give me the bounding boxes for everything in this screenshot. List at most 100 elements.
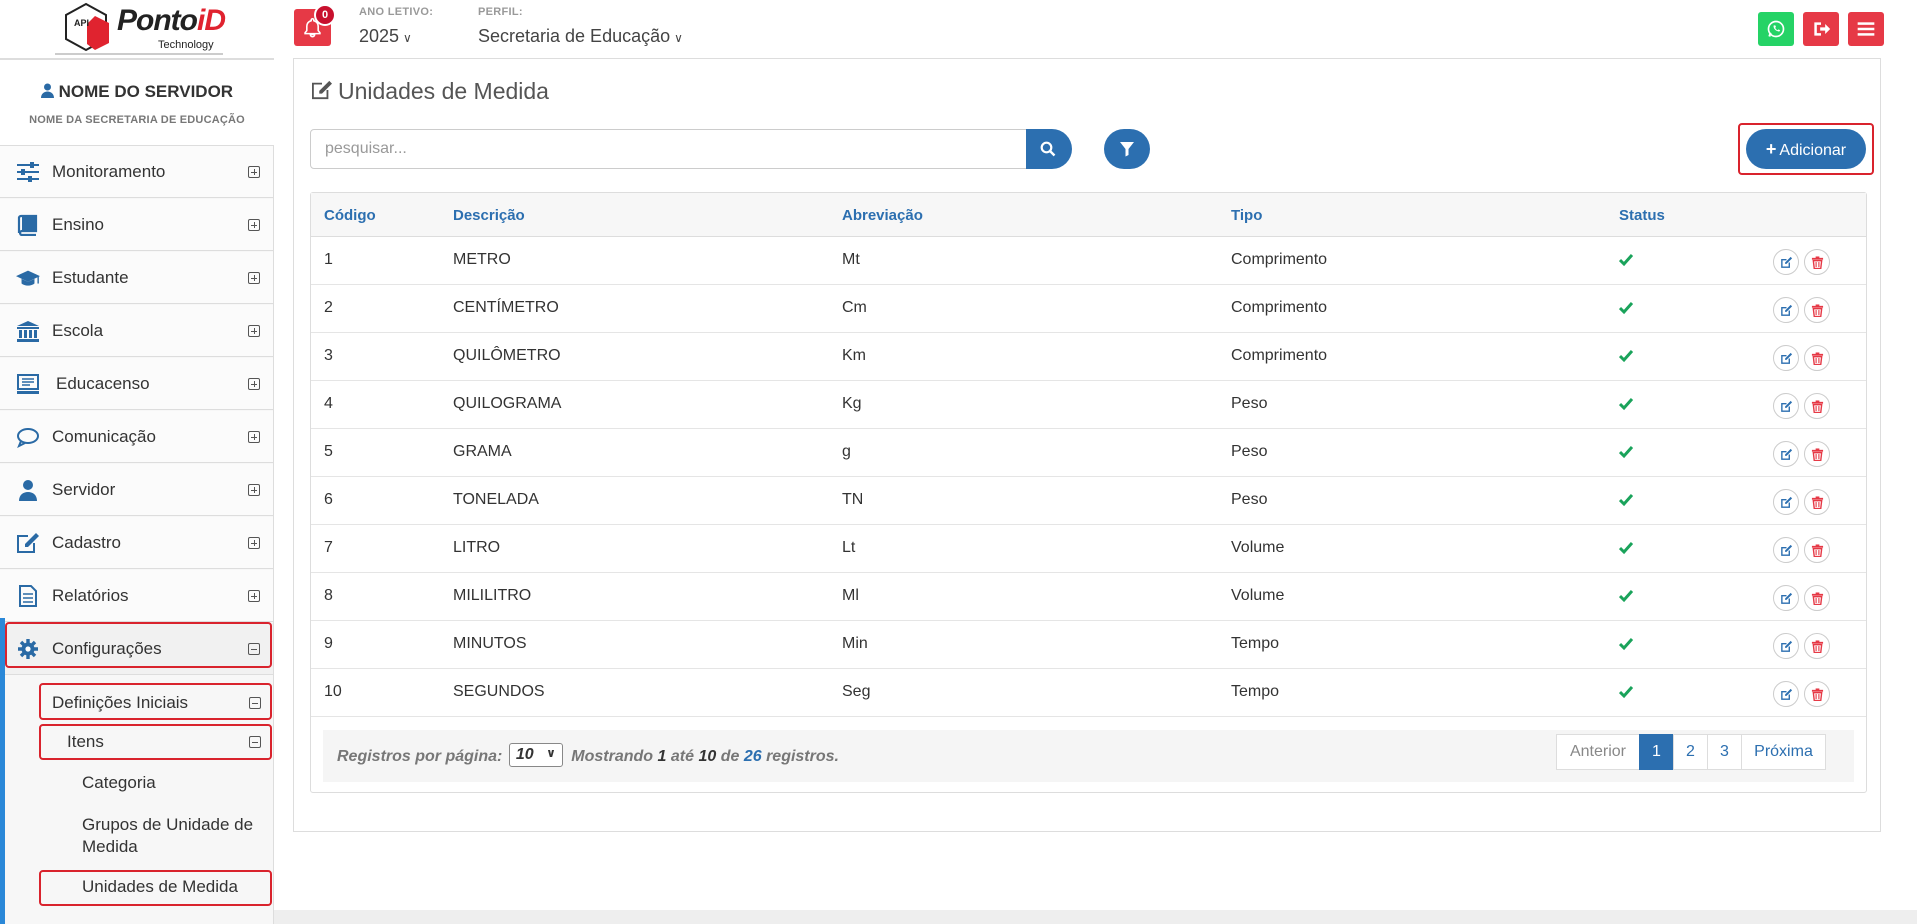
- expand-icon[interactable]: [248, 378, 260, 390]
- pagination-next[interactable]: Próxima: [1741, 734, 1826, 770]
- submenu-grupos-unidade-medida[interactable]: Grupos de Unidade de Medida: [82, 814, 262, 858]
- expand-icon[interactable]: [248, 537, 260, 549]
- sidebar-item-servidor[interactable]: Servidor: [0, 464, 273, 516]
- filter-button[interactable]: [1104, 129, 1150, 169]
- delete-button[interactable]: [1804, 297, 1830, 323]
- cell-abreviacao: Mt: [842, 251, 860, 268]
- delete-button[interactable]: [1804, 681, 1830, 707]
- whatsapp-button[interactable]: [1758, 12, 1794, 46]
- delete-button[interactable]: [1804, 441, 1830, 467]
- table-row: 4 QUILOGRAMA Kg Peso: [311, 381, 1866, 429]
- column-header-abreviacao[interactable]: Abreviação: [842, 207, 923, 224]
- column-header-descricao[interactable]: Descrição: [453, 207, 525, 224]
- trash-icon: [1811, 544, 1824, 557]
- column-header-codigo[interactable]: Código: [324, 207, 376, 224]
- search-input[interactable]: [310, 129, 1027, 169]
- profile-select[interactable]: Secretaria de Educação ∨: [478, 26, 683, 47]
- per-page-value: 10: [515, 746, 534, 763]
- records-text: registros.: [766, 748, 839, 766]
- cell-tipo: Comprimento: [1231, 347, 1328, 364]
- table-row: 7 LITRO Lt Volume: [311, 525, 1866, 573]
- sidebar-item-monitoramento[interactable]: Monitoramento: [0, 146, 273, 198]
- column-header-tipo[interactable]: Tipo: [1231, 207, 1262, 224]
- cell-descricao: MILILITRO: [453, 587, 532, 604]
- hamburger-menu-button[interactable]: [1848, 12, 1884, 46]
- edit-button[interactable]: [1773, 681, 1799, 707]
- cell-descricao: CENTÍMETRO: [453, 299, 559, 316]
- delete-button[interactable]: [1804, 633, 1830, 659]
- edit-button[interactable]: [1773, 249, 1799, 275]
- edit-button[interactable]: [1773, 441, 1799, 467]
- trash-icon: [1811, 352, 1824, 365]
- delete-button[interactable]: [1804, 585, 1830, 611]
- status-active-check-icon: [1619, 590, 1633, 603]
- edit-button[interactable]: [1773, 537, 1799, 563]
- expand-icon[interactable]: [248, 431, 260, 443]
- column-header-status[interactable]: Status: [1619, 207, 1665, 224]
- cell-codigo: 8: [324, 587, 333, 604]
- sidebar-item-relatorios[interactable]: Relatórios: [0, 570, 273, 622]
- sidebar-item-cadastro[interactable]: Cadastro: [0, 517, 273, 569]
- cell-tipo: Comprimento: [1231, 299, 1328, 316]
- highlight-itens: [39, 724, 272, 760]
- cell-descricao: QUILOGRAMA: [453, 395, 562, 412]
- logo-underline: [55, 53, 223, 55]
- expand-icon[interactable]: [248, 590, 260, 602]
- delete-button[interactable]: [1804, 537, 1830, 563]
- expand-icon[interactable]: [248, 325, 260, 337]
- expand-icon[interactable]: [248, 219, 260, 231]
- filter-icon: [1120, 142, 1134, 157]
- edit-button[interactable]: [1773, 489, 1799, 515]
- edit-button[interactable]: [1773, 345, 1799, 371]
- pagination-page-3[interactable]: 3: [1707, 734, 1742, 770]
- delete-button[interactable]: [1804, 489, 1830, 515]
- search-icon: [1040, 141, 1056, 157]
- sidebar-item-label: Cadastro: [52, 533, 121, 552]
- expand-icon[interactable]: [248, 484, 260, 496]
- sidebar-item-comunicacao[interactable]: Comunicação: [0, 411, 273, 463]
- delete-button[interactable]: [1804, 393, 1830, 419]
- expand-icon[interactable]: [248, 272, 260, 284]
- sidebar-item-ensino[interactable]: Ensino: [0, 199, 273, 251]
- edit-icon: [1781, 688, 1793, 700]
- cell-abreviacao: Km: [842, 347, 866, 364]
- pagination-page-2[interactable]: 2: [1673, 734, 1708, 770]
- edit-button[interactable]: [1773, 297, 1799, 323]
- logout-button[interactable]: [1803, 12, 1839, 46]
- cell-tipo: Volume: [1231, 587, 1285, 604]
- edit-button[interactable]: [1773, 633, 1799, 659]
- delete-button[interactable]: [1804, 249, 1830, 275]
- sliders-icon: [17, 162, 39, 182]
- edit-button[interactable]: [1773, 585, 1799, 611]
- showing-from: 1: [657, 748, 667, 766]
- expand-icon[interactable]: [248, 166, 260, 178]
- sidebar-item-educacenso[interactable]: Educacenso: [0, 358, 273, 410]
- edit-button[interactable]: [1773, 393, 1799, 419]
- page-title: Unidades de Medida: [338, 78, 549, 104]
- cell-abreviacao: Seg: [842, 683, 871, 700]
- pontoid-logo[interactable]: API PontoiD Technology: [55, 0, 226, 58]
- pagination-page-1[interactable]: 1: [1639, 734, 1674, 770]
- cell-codigo: 3: [324, 347, 333, 364]
- cell-abreviacao: Ml: [842, 587, 859, 604]
- status-active-check-icon: [1619, 254, 1633, 267]
- sidebar-item-estudante[interactable]: Estudante: [0, 252, 273, 304]
- submenu-categoria[interactable]: Categoria: [82, 773, 156, 793]
- cell-codigo: 9: [324, 635, 333, 652]
- year-select[interactable]: 2025 ∨: [359, 26, 412, 47]
- cell-abreviacao: TN: [842, 491, 864, 508]
- profile-label: PERFIL:: [478, 6, 523, 18]
- delete-button[interactable]: [1804, 345, 1830, 371]
- sidebar-item-escola[interactable]: Escola: [0, 305, 273, 357]
- sidebar-item-label: Monitoramento: [52, 162, 166, 181]
- file-icon: [19, 585, 37, 607]
- cell-descricao: METRO: [453, 251, 511, 268]
- highlight-unidades-medida: [39, 870, 272, 906]
- cell-codigo: 10: [324, 683, 342, 700]
- per-page-select[interactable]: 10 ∨: [508, 743, 563, 767]
- search-button[interactable]: [1026, 129, 1072, 169]
- status-active-check-icon: [1619, 638, 1633, 651]
- user-name: NOME DO SERVIDOR: [0, 82, 274, 102]
- logo-api-text: API: [74, 18, 89, 28]
- pagination-previous[interactable]: Anterior: [1556, 734, 1640, 770]
